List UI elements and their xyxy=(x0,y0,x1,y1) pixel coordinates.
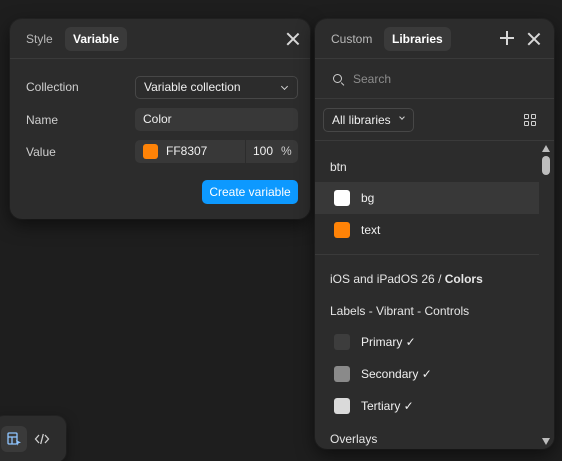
grid-view-icon[interactable] xyxy=(524,114,536,126)
color-swatch[interactable] xyxy=(143,144,158,159)
group-title-ios-colors: iOS and iPadOS 26 / Colors xyxy=(330,272,483,286)
scroll-down-arrow-icon[interactable] xyxy=(542,438,550,445)
libraries-panel: Custom Libraries All libraries btn bg te… xyxy=(315,19,554,449)
create-variable-button[interactable]: Create variable xyxy=(202,180,298,204)
list-item-tertiary[interactable]: Tertiary ✓ xyxy=(315,390,539,422)
name-label: Name xyxy=(26,113,59,127)
item-label: Tertiary ✓ xyxy=(361,399,414,413)
list-item-text[interactable]: text xyxy=(315,214,539,246)
library-filter-dropdown[interactable]: All libraries xyxy=(323,108,414,132)
library-filter-row: All libraries xyxy=(315,99,554,141)
chevron-down-icon xyxy=(399,114,405,120)
search-input[interactable] xyxy=(353,69,533,89)
percent-sign: % xyxy=(281,144,292,158)
hex-input[interactable]: FF8307 xyxy=(166,140,207,163)
create-variable-panel: Style Variable Collection Variable colle… xyxy=(10,19,310,219)
library-filter-value: All libraries xyxy=(332,113,391,127)
variable-panel-header: Style Variable xyxy=(10,19,310,59)
color-swatch xyxy=(334,366,350,382)
group-title-overlays: Overlays xyxy=(330,432,378,446)
list-item-secondary[interactable]: Secondary ✓ xyxy=(315,358,539,390)
item-label: Primary ✓ xyxy=(361,335,416,349)
close-icon[interactable] xyxy=(526,31,542,47)
scrollbar[interactable] xyxy=(539,141,554,449)
color-swatch xyxy=(334,334,350,350)
bottom-toolbar xyxy=(0,416,66,461)
design-mode-icon xyxy=(7,432,21,446)
chevron-down-icon xyxy=(280,82,289,91)
library-list: btn bg text iOS and iPadOS 26 / Colors L… xyxy=(315,141,554,449)
libraries-panel-header: Custom Libraries xyxy=(315,19,554,59)
tab-variable[interactable]: Variable xyxy=(65,27,128,51)
scroll-up-arrow-icon[interactable] xyxy=(542,145,550,152)
field-divider xyxy=(245,140,246,163)
item-label: Secondary ✓ xyxy=(361,367,432,381)
tab-custom[interactable]: Custom xyxy=(323,27,380,51)
group-title-btn: btn xyxy=(330,160,347,174)
collection-value: Variable collection xyxy=(144,80,241,94)
item-label: bg xyxy=(361,191,375,205)
tab-libraries[interactable]: Libraries xyxy=(384,27,451,51)
list-item-bg[interactable]: bg xyxy=(315,182,539,214)
close-icon[interactable] xyxy=(285,31,301,47)
value-label: Value xyxy=(26,145,56,159)
code-mode-button[interactable] xyxy=(29,426,55,452)
color-swatch xyxy=(334,222,350,238)
color-swatch xyxy=(334,398,350,414)
search-bar xyxy=(315,59,554,99)
group-title-strong: Colors xyxy=(444,272,483,286)
scroll-thumb[interactable] xyxy=(542,156,550,175)
collection-label: Collection xyxy=(26,80,79,94)
code-icon xyxy=(34,433,50,445)
group-title-labels-vibrant: Labels - Vibrant - Controls xyxy=(330,304,470,318)
opacity-input[interactable]: 100 xyxy=(253,140,273,163)
tab-style[interactable]: Style xyxy=(18,27,61,51)
color-swatch xyxy=(334,190,350,206)
search-icon xyxy=(333,74,342,83)
name-field[interactable]: Color xyxy=(135,108,298,131)
design-mode-button[interactable] xyxy=(1,426,27,452)
group-title-prefix: iOS and iPadOS 26 / xyxy=(330,272,445,286)
list-item-primary[interactable]: Primary ✓ xyxy=(315,326,539,358)
collection-dropdown[interactable]: Variable collection xyxy=(135,76,298,99)
item-label: text xyxy=(361,223,381,237)
value-field: FF8307 100 % xyxy=(135,140,298,163)
add-icon[interactable] xyxy=(500,31,514,45)
list-divider xyxy=(315,254,539,255)
